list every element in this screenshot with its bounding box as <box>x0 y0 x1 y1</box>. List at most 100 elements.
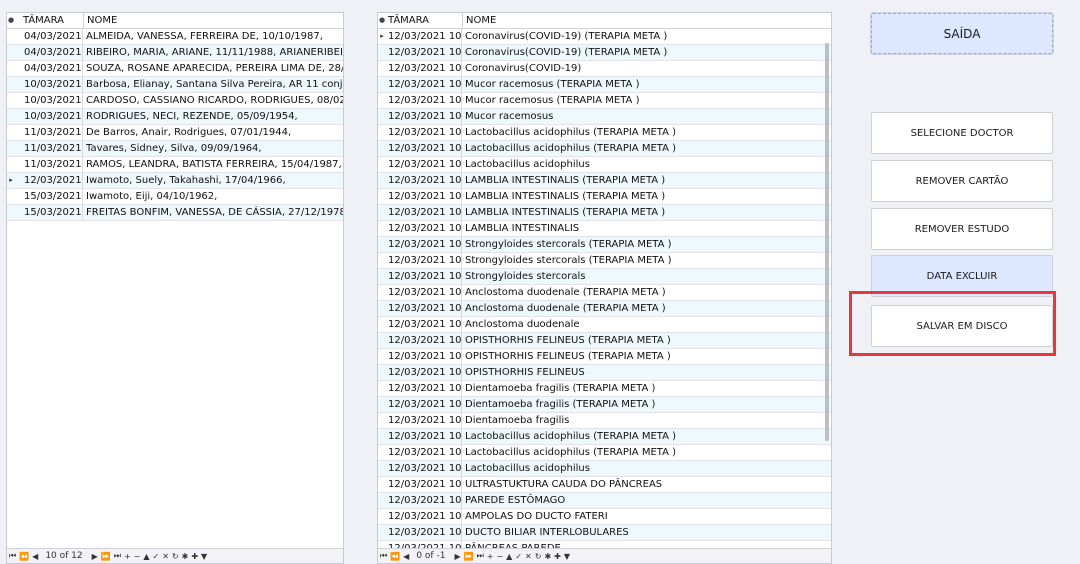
nav-cancel-icon[interactable]: ✕ <box>525 552 532 561</box>
nav-post-icon[interactable]: ✓ <box>515 552 522 561</box>
cell-date: 12/03/2021 10: <box>388 525 462 540</box>
table-row[interactable]: 12/03/2021 10: Dientamoeba fragilis (TERA… <box>378 397 831 413</box>
table-row[interactable]: 10/03/2021 Barbosa, Elianay, Santana Silv… <box>7 77 343 93</box>
table-row[interactable]: 12/03/2021 10: Lactobacillus acidophilus <box>378 157 831 173</box>
table-row[interactable]: 04/03/2021 SOUZA, ROSANE APARECIDA, PEREI… <box>7 61 343 77</box>
table-row[interactable]: 12/03/2021 10: Strongyloides stercorals (… <box>378 237 831 253</box>
table-row[interactable]: 12/03/2021 10: Mucor racemosus (TERAPIA M… <box>378 93 831 109</box>
cell-name: LAMBLIA INTESTINALIS (TERAPIA META ) <box>465 175 666 186</box>
right-grid-rows: ▸ 12/03/2021 10: Coronavirus(COVID-19) (TE… <box>378 29 831 557</box>
nav-next-icon[interactable]: ▶ <box>454 552 460 561</box>
table-row[interactable]: 12/03/2021 10: Strongyloides stercorals <box>378 269 831 285</box>
header-col-nome[interactable]: NOME <box>463 13 496 28</box>
table-row[interactable]: 12/03/2021 10: Lactobacillus acidophilus … <box>378 125 831 141</box>
table-row[interactable]: 12/03/2021 10: Dientamoeba fragilis (TERA… <box>378 381 831 397</box>
nav-edit-icon[interactable]: ▲ <box>506 552 512 561</box>
table-row[interactable]: 12/03/2021 10: Lactobacillus acidophilus … <box>378 445 831 461</box>
nav-prior-page-icon[interactable]: ⏪ <box>390 552 400 561</box>
right-grid[interactable]: ● TÂMARA NOME ▸ 12/03/2021 10: Coronavirus… <box>377 12 832 564</box>
remover-cartao-button[interactable]: REMOVER CARTÃO <box>871 160 1053 202</box>
nav-filter-icon[interactable]: ▼ <box>564 552 570 561</box>
nav-bookmark-icon[interactable]: ✱ <box>182 552 189 561</box>
nav-prior-icon[interactable]: ◀ <box>403 552 409 561</box>
nav-next-icon[interactable]: ▶ <box>92 552 98 561</box>
table-row[interactable]: 10/03/2021 RODRIGUES, NECI, REZENDE, 05/0… <box>7 109 343 125</box>
cell-date: 12/03/2021 <box>15 173 83 188</box>
table-row[interactable]: 12/03/2021 10: Coronavirus(COVID-19) <box>378 61 831 77</box>
cell-date: 12/03/2021 10: <box>388 253 462 268</box>
nav-cancel-icon[interactable]: ✕ <box>162 552 169 561</box>
table-row[interactable]: 12/03/2021 10: Mucor racemosus (TERAPIA M… <box>378 77 831 93</box>
table-row[interactable]: 12/03/2021 10: OPISTHORHIS FELINEUS <box>378 365 831 381</box>
table-row[interactable]: 12/03/2021 10: Anclostoma duodenale (TERA… <box>378 285 831 301</box>
table-row[interactable]: ▸ 12/03/2021 Iwamoto, Suely, Takahashi, 17… <box>7 173 343 189</box>
nav-delete-icon[interactable]: − <box>496 552 503 561</box>
table-row[interactable]: 04/03/2021 ALMEIDA, VANESSA, FERREIRA DE,… <box>7 29 343 45</box>
nav-goto-bookmark-icon[interactable]: ✚ <box>191 552 198 561</box>
nav-bookmark-icon[interactable]: ✱ <box>544 552 551 561</box>
table-row[interactable]: 11/03/2021 De Barros, Anair, Rodrigues, 0… <box>7 125 343 141</box>
table-row[interactable]: 12/03/2021 10: Lactobacillus acidophilus … <box>378 141 831 157</box>
nav-insert-icon[interactable]: + <box>124 552 131 561</box>
table-row[interactable]: 12/03/2021 10: ULTRASTUKTURA CAUDA DO PÂN… <box>378 477 831 493</box>
cell-date: 04/03/2021 <box>15 29 83 44</box>
table-row[interactable]: 15/03/2021 FREITAS BONFIM, VANESSA, DE CÁ… <box>7 205 343 221</box>
table-row[interactable]: 12/03/2021 10: Lactobacillus acidophilus <box>378 461 831 477</box>
table-row[interactable]: 12/03/2021 10: LAMBLIA INTESTINALIS (TERA… <box>378 205 831 221</box>
table-row[interactable]: 12/03/2021 10: Anclostoma duodenale (TERA… <box>378 301 831 317</box>
table-row[interactable]: 12/03/2021 10: LAMBLIA INTESTINALIS (TERA… <box>378 173 831 189</box>
nav-refresh-icon[interactable]: ↻ <box>535 552 542 561</box>
table-row[interactable]: 12/03/2021 10: DUCTO BILIAR INTERLOBULARE… <box>378 525 831 541</box>
table-row[interactable]: 12/03/2021 10: Dientamoeba fragilis <box>378 413 831 429</box>
header-col-tamara[interactable]: TÂMARA <box>15 13 84 28</box>
table-row[interactable]: 12/03/2021 10: Mucor racemosus <box>378 109 831 125</box>
remover-estudo-button[interactable]: REMOVER ESTUDO <box>871 208 1053 250</box>
header-col-tamara[interactable]: TÂMARA <box>386 13 463 28</box>
table-row[interactable]: 12/03/2021 10: Coronavirus(COVID-19) (TER… <box>378 45 831 61</box>
cell-name: Lactobacillus acidophilus (TERAPIA META … <box>465 447 677 458</box>
table-row[interactable]: 10/03/2021 CARDOSO, CASSIANO RICARDO, ROD… <box>7 93 343 109</box>
nav-insert-icon[interactable]: + <box>487 552 494 561</box>
table-row[interactable]: 04/03/2021 RIBEIRO, MARIA, ARIANE, 11/11/… <box>7 45 343 61</box>
nav-last-icon[interactable]: ⏭ <box>114 551 121 561</box>
nav-first-icon[interactable]: ⏮ <box>9 551 16 561</box>
nav-filter-icon[interactable]: ▼ <box>201 552 207 561</box>
table-row[interactable]: 11/03/2021 RAMOS, LEANDRA, BATISTA FERREI… <box>7 157 343 173</box>
right-grid-scrollbar[interactable] <box>825 43 829 441</box>
row-indicator <box>7 109 15 124</box>
left-grid[interactable]: ● TÂMARA NOME 04/03/2021 ALMEIDA, VANESSA… <box>6 12 344 564</box>
row-indicator <box>378 493 386 508</box>
nav-goto-bookmark-icon[interactable]: ✚ <box>554 552 561 561</box>
row-indicator <box>378 253 386 268</box>
nav-delete-icon[interactable]: − <box>134 552 141 561</box>
table-row[interactable]: 12/03/2021 10: Strongyloides stercorals (… <box>378 253 831 269</box>
table-row[interactable]: ▸ 12/03/2021 10: Coronavirus(COVID-19) (TE… <box>378 29 831 45</box>
table-row[interactable]: 12/03/2021 10: Lactobacillus acidophilus … <box>378 429 831 445</box>
cell-name: Dientamoeba fragilis (TERAPIA META ) <box>465 399 656 410</box>
cell-date: 12/03/2021 10: <box>388 269 462 284</box>
selecione-doctor-button[interactable]: SELECIONE DOCTOR <box>871 112 1053 154</box>
table-row[interactable]: 12/03/2021 10: AMPOLAS DO DUCTO FATERI <box>378 509 831 525</box>
table-row[interactable]: 12/03/2021 10: OPISTHORHIS FELINEUS (TERA… <box>378 333 831 349</box>
nav-last-icon[interactable]: ⏭ <box>477 551 484 561</box>
table-row[interactable]: 12/03/2021 10: LAMBLIA INTESTINALIS <box>378 221 831 237</box>
cell-date: 11/03/2021 <box>15 141 83 156</box>
nav-next-page-icon[interactable]: ⏩ <box>101 552 111 561</box>
table-row[interactable]: 12/03/2021 10: OPISTHORHIS FELINEUS (TERA… <box>378 349 831 365</box>
nav-edit-icon[interactable]: ▲ <box>143 552 149 561</box>
table-row[interactable]: 15/03/2021 Iwamoto, Eiji, 04/10/1962, <box>7 189 343 205</box>
nav-refresh-icon[interactable]: ↻ <box>172 552 179 561</box>
nav-next-page-icon[interactable]: ⏩ <box>464 552 474 561</box>
cell-date: 12/03/2021 10: <box>388 157 462 172</box>
nav-post-icon[interactable]: ✓ <box>153 552 160 561</box>
saida-button[interactable]: SAÍDA <box>870 12 1054 55</box>
nav-prior-icon[interactable]: ◀ <box>32 552 38 561</box>
table-row[interactable]: 12/03/2021 10: LAMBLIA INTESTINALIS (TERA… <box>378 189 831 205</box>
table-row[interactable]: 12/03/2021 10: PAREDE ESTÔMAGO <box>378 493 831 509</box>
cell-date: 12/03/2021 10: <box>388 285 462 300</box>
nav-prior-page-icon[interactable]: ⏪ <box>19 552 29 561</box>
nav-first-icon[interactable]: ⏮ <box>380 551 387 561</box>
table-row[interactable]: 12/03/2021 10: Anclostoma duodenale <box>378 317 831 333</box>
header-col-nome[interactable]: NOME <box>84 13 117 28</box>
table-row[interactable]: 11/03/2021 Tavares, Sidney, Silva, 09/09/… <box>7 141 343 157</box>
